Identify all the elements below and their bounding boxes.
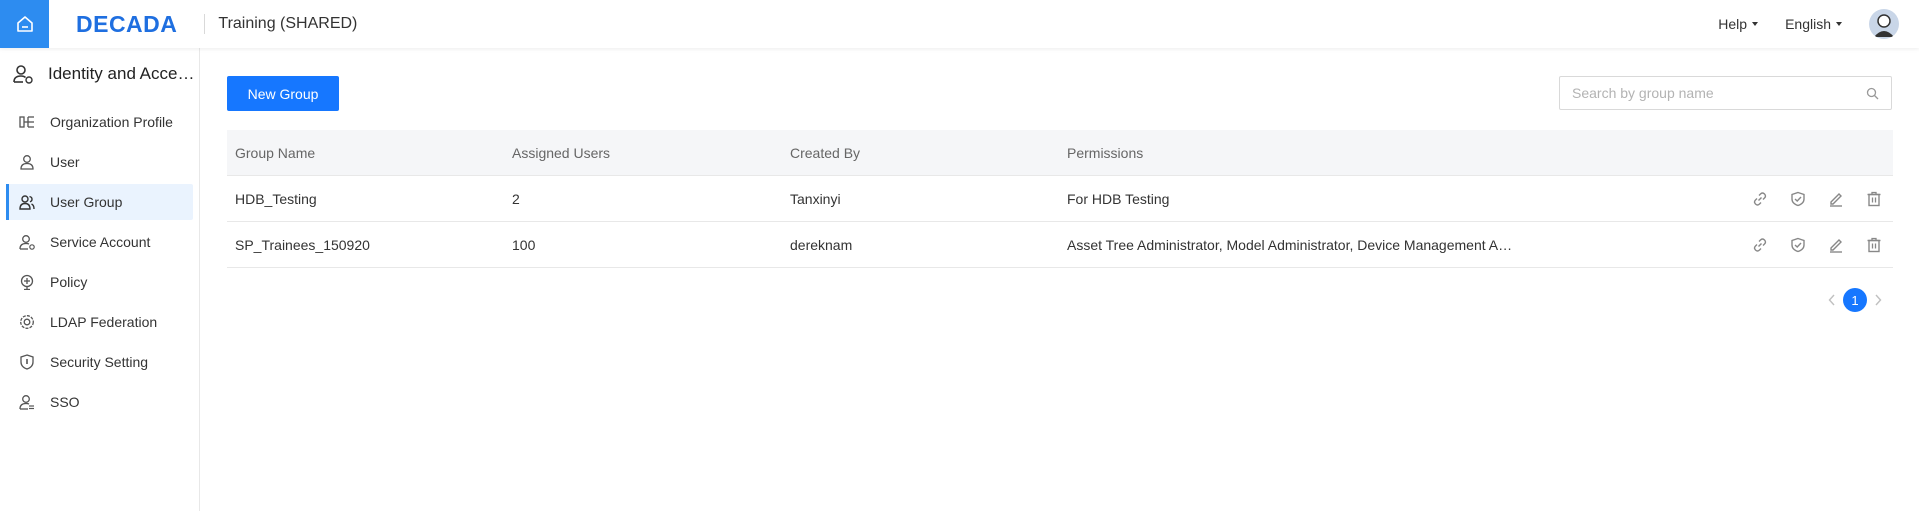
column-header-assigned-users: Assigned Users	[512, 144, 611, 161]
service-account-icon	[18, 233, 36, 251]
shield-icon	[18, 353, 36, 371]
cell-group-name: SP_Trainees_150920	[235, 236, 370, 253]
user-icon	[18, 153, 36, 171]
sidebar-item-service-account[interactable]: Service Account	[6, 224, 193, 260]
delete-icon[interactable]	[1865, 236, 1883, 254]
sidebar-item-organization-profile[interactable]: Organization Profile	[6, 104, 193, 140]
language-menu[interactable]: English	[1785, 16, 1842, 32]
new-group-button[interactable]: New Group	[227, 76, 339, 111]
sidebar-item-ldap-federation[interactable]: LDAP Federation	[6, 304, 193, 340]
cell-group-name: HDB_Testing	[235, 190, 317, 207]
chevron-right-icon[interactable]	[1871, 290, 1885, 310]
ldap-icon	[18, 313, 36, 331]
chevron-left-icon[interactable]	[1825, 290, 1839, 310]
chevron-down-icon	[1752, 22, 1759, 26]
search-icon[interactable]	[1866, 87, 1879, 100]
edit-icon[interactable]	[1827, 236, 1845, 254]
link-icon[interactable]	[1751, 190, 1769, 208]
language-label: English	[1785, 16, 1831, 32]
sidebar-item-user-group[interactable]: User Group	[6, 184, 193, 220]
sidebar-item-label: User	[50, 154, 80, 170]
decada-logo[interactable]: DECADA	[76, 11, 177, 38]
cell-permissions: Asset Tree Administrator, Model Administ…	[1067, 236, 1519, 253]
cell-assigned-users: 100	[512, 236, 536, 253]
cell-assigned-users: 2	[512, 190, 520, 207]
table-row[interactable]: SP_Trainees_150920 100 dereknam Asset Tr…	[227, 222, 1893, 268]
workspace-name: Training (SHARED)	[218, 15, 358, 32]
column-header-group-name: Group Name	[235, 144, 316, 161]
avatar[interactable]	[1869, 9, 1899, 39]
sidebar-item-label: User Group	[50, 194, 123, 210]
column-header-created-by: Created By	[790, 144, 861, 161]
cell-created-by: dereknam	[790, 236, 853, 253]
help-menu[interactable]: Help	[1718, 16, 1759, 32]
main-content: New Group Group Name Assigned Users Crea…	[200, 48, 1919, 511]
sidebar-item-sso[interactable]: SSO	[6, 384, 193, 420]
sidebar-item-label: Organization Profile	[50, 114, 173, 130]
user-avatar-icon	[1869, 9, 1899, 39]
cell-permissions: For HDB Testing	[1067, 190, 1170, 207]
pagination: 1	[1825, 288, 1885, 312]
sso-icon	[18, 393, 36, 411]
sidebar-item-user[interactable]: User	[6, 144, 193, 180]
sidebar-title-label: Identity and Access Management	[48, 64, 198, 83]
sidebar-item-label: Policy	[50, 274, 88, 290]
sidebar-item-label: SSO	[50, 394, 80, 410]
table-header: Group Name Assigned Users Created By Per…	[227, 130, 1893, 176]
user-group-table: Group Name Assigned Users Created By Per…	[227, 130, 1893, 268]
identity-icon	[13, 65, 33, 84]
sidebar-item-policy[interactable]: Policy	[6, 264, 193, 300]
sidebar-title: Identity and Access Management	[0, 48, 199, 100]
table-row[interactable]: HDB_Testing 2 Tanxinyi For HDB Testing	[227, 176, 1893, 222]
sidebar-item-security-setting[interactable]: Security Setting	[6, 344, 193, 380]
sidebar-item-label: Service Account	[50, 234, 151, 250]
header-divider	[204, 14, 206, 34]
cell-created-by: Tanxinyi	[790, 190, 841, 207]
help-label: Help	[1718, 16, 1748, 32]
shield-check-icon[interactable]	[1789, 236, 1807, 254]
shield-check-icon[interactable]	[1789, 190, 1807, 208]
search-input[interactable]	[1572, 85, 1866, 101]
home-button[interactable]	[0, 0, 49, 48]
search-box[interactable]	[1559, 76, 1892, 110]
sidebar-item-label: LDAP Federation	[50, 314, 158, 330]
policy-icon	[18, 273, 36, 291]
sidebar: Identity and Access Management Organizat…	[0, 48, 200, 511]
org-chart-icon	[18, 113, 36, 131]
page-number-current[interactable]: 1	[1843, 288, 1867, 312]
sidebar-item-label: Security Setting	[50, 354, 149, 370]
link-icon[interactable]	[1751, 236, 1769, 254]
delete-icon[interactable]	[1865, 190, 1883, 208]
chevron-down-icon	[1836, 22, 1842, 26]
home-icon	[16, 16, 33, 32]
column-header-permissions: Permissions	[1067, 144, 1144, 161]
user-group-icon	[18, 193, 36, 211]
edit-icon[interactable]	[1827, 190, 1845, 208]
top-header: DECADA Training (SHARED) Help English	[0, 0, 1919, 48]
